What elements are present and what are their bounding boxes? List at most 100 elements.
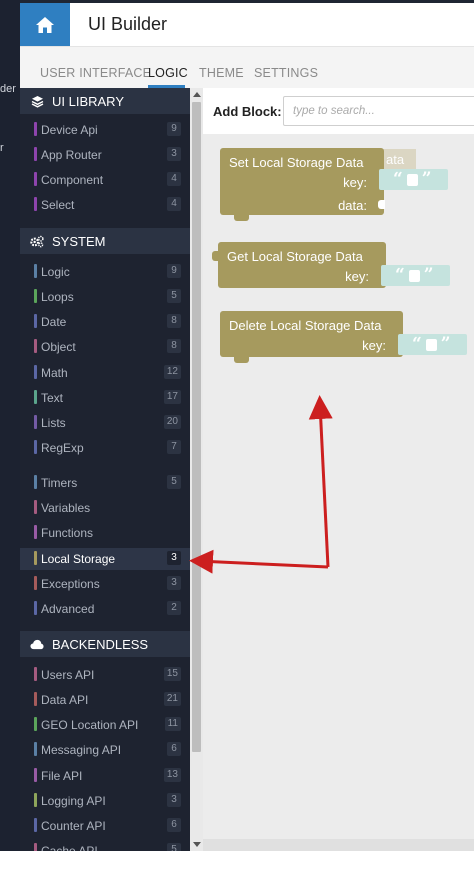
tab-user-interface[interactable]: USER INTERFACE [40, 66, 151, 80]
app-title: UI Builder [88, 14, 168, 34]
sidebar-item-timers[interactable]: Timers 5 [20, 472, 190, 494]
sidebar-item-label: Logging API [41, 794, 106, 808]
blocks-canvas[interactable] [203, 134, 474, 839]
block-title: Set Local Storage Data [229, 155, 364, 170]
section-system[interactable]: SYSTEM [20, 228, 190, 254]
sidebar-item-exceptions[interactable]: Exceptions 3 [20, 573, 190, 595]
sidebar-item-messaging-api[interactable]: Messaging API 6 [20, 739, 190, 761]
sidebar-item-local-storage[interactable]: Local Storage 3 [20, 548, 190, 570]
sidebar-item-component[interactable]: Component 4 [20, 169, 190, 191]
category-color-bar [34, 390, 37, 404]
item-count-badge: 6 [167, 742, 181, 756]
sidebar-item-label: Timers [41, 476, 78, 490]
sidebar-item-data-api[interactable]: Data API 21 [20, 689, 190, 711]
close-quote-icon: ” [423, 265, 434, 285]
sidebar-item-select[interactable]: Select 4 [20, 194, 190, 216]
item-count-badge: 7 [167, 440, 181, 454]
sidebar-item-label: Text [41, 391, 64, 405]
sidebar-item-label: Users API [41, 668, 95, 682]
sidebar-item-logging-api[interactable]: Logging API 3 [20, 790, 190, 812]
sidebar-item-label: Lists [41, 416, 66, 430]
category-color-bar [34, 742, 37, 756]
category-color-bar [34, 692, 37, 706]
sidebar-item-lists[interactable]: Lists 20 [20, 412, 190, 434]
block-title: Delete Local Storage Data [229, 318, 382, 333]
sidebar-item-file-api[interactable]: File API 13 [20, 765, 190, 787]
sidebar-item-loops[interactable]: Loops 5 [20, 286, 190, 308]
item-count-badge: 3 [167, 576, 181, 590]
open-quote-icon: “ [412, 334, 422, 354]
sidebar-item-regexp[interactable]: RegExp 7 [20, 437, 190, 459]
category-color-bar [34, 667, 37, 681]
sidebar-item-math[interactable]: Math 12 [20, 362, 190, 384]
set-local-storage-data-block[interactable]: Set Local Storage Data key: data: [220, 148, 385, 215]
category-color-bar [34, 500, 37, 514]
close-quote-icon: ” [440, 334, 451, 354]
sidebar-item-label: Component [41, 173, 104, 187]
sidebar-item-label: Device Api [41, 123, 98, 137]
scroll-down-arrow-icon[interactable] [193, 842, 201, 847]
sidebar-item-cache-api[interactable]: Cache API 5 [20, 840, 190, 851]
category-color-bar [34, 843, 37, 851]
sidebar-item-variables[interactable]: Variables [20, 497, 190, 519]
sidebar-item-label: Loops [41, 290, 74, 304]
item-count-badge: 3 [167, 147, 181, 161]
sidebar-item-functions[interactable]: Functions [20, 522, 190, 544]
category-color-bar [34, 147, 37, 161]
sidebar-item-users-api[interactable]: Users API 15 [20, 664, 190, 686]
key-text-input[interactable]: “ ” [398, 334, 467, 355]
canvas-horizontal-scrollbar[interactable] [203, 839, 474, 851]
scrollbar-thumb[interactable] [192, 102, 201, 752]
sidebar-item-label: Object [41, 340, 76, 354]
item-count-badge: 15 [163, 667, 181, 681]
tab-theme[interactable]: THEME [199, 66, 244, 80]
delete-local-storage-data-block[interactable]: Delete Local Storage Data key: [220, 311, 403, 357]
sidebar-item-counter-api[interactable]: Counter API 6 [20, 815, 190, 837]
sidebar-item-app-router[interactable]: App Router 3 [20, 144, 190, 166]
text-value-field[interactable] [406, 173, 418, 186]
key-text-input[interactable]: “ ” [381, 265, 450, 286]
category-color-bar [34, 314, 37, 328]
text-value-field[interactable] [408, 269, 420, 282]
sidebar-item-date[interactable]: Date 8 [20, 311, 190, 333]
key-text-input[interactable]: “ ” [379, 169, 448, 190]
get-local-storage-data-block[interactable]: Get Local Storage Data key: [218, 242, 386, 288]
sidebar-scrollbar[interactable] [190, 88, 203, 851]
item-count-badge: 3 [167, 793, 181, 807]
sidebar-item-text[interactable]: Text 17 [20, 387, 190, 409]
tab-settings[interactable]: SETTINGS [254, 66, 318, 80]
section-ui-library[interactable]: UI LIBRARY [20, 88, 190, 114]
home-button[interactable] [20, 3, 70, 46]
block-param-label: key: [362, 338, 386, 353]
block-search-input[interactable] [283, 96, 474, 126]
section-backendless[interactable]: BACKENDLESS [20, 631, 190, 657]
logic-workspace: Add Block: ata Set Local Storage Data ke… [203, 88, 474, 851]
text-value-field[interactable] [425, 338, 437, 351]
item-count-badge: 9 [167, 122, 181, 136]
tab-logic[interactable]: LOGIC [148, 66, 188, 80]
sidebar-item-label: RegExp [41, 441, 84, 455]
item-count-badge: 5 [167, 289, 181, 303]
section-title: UI LIBRARY [52, 93, 125, 109]
item-count-badge: 21 [163, 692, 181, 706]
block-param-label: data: [338, 198, 367, 213]
block-title: Get Local Storage Data [227, 249, 363, 264]
gears-icon [30, 234, 44, 248]
sidebar-item-device-api[interactable]: Device Api 9 [20, 119, 190, 141]
sidebar-item-logic[interactable]: Logic 9 [20, 261, 190, 283]
category-color-bar [34, 768, 37, 782]
item-count-badge: 11 [164, 717, 181, 731]
block-next-connector [234, 357, 249, 363]
item-count-badge: 5 [167, 843, 181, 851]
sidebar-item-geo-location-api[interactable]: GEO Location API 11 [20, 714, 190, 736]
category-color-bar [34, 793, 37, 807]
item-count-badge: 12 [163, 365, 181, 379]
scroll-up-arrow-icon[interactable] [193, 92, 201, 97]
sidebar-item-label: Local Storage [41, 552, 116, 566]
sidebar-item-label: Logic [41, 265, 70, 279]
data-input-socket[interactable] [378, 200, 385, 209]
sidebar-item-object[interactable]: Object 8 [20, 336, 190, 358]
item-count-badge: 2 [167, 601, 181, 615]
sidebar-item-advanced[interactable]: Advanced 2 [20, 598, 190, 620]
category-color-bar [34, 197, 37, 211]
